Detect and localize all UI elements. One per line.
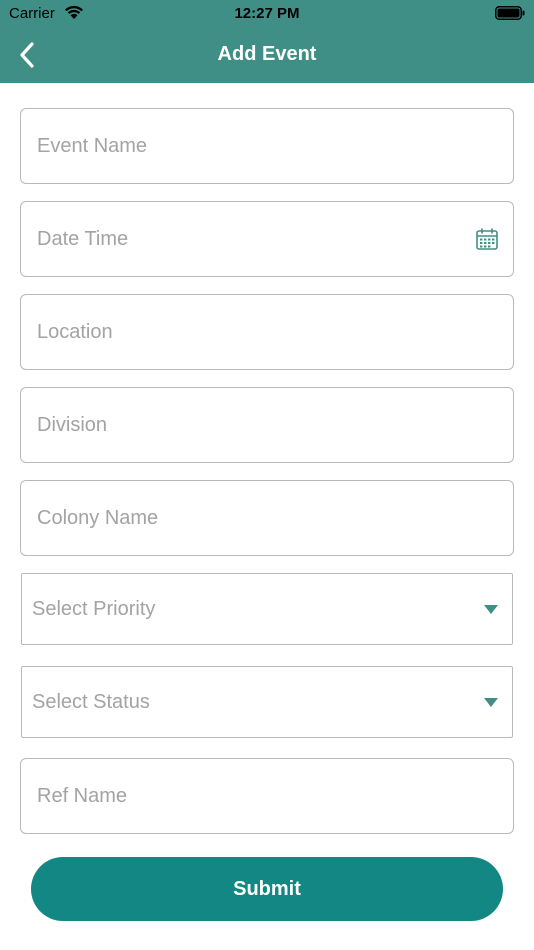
navigation-bar: Add Event	[0, 28, 534, 83]
event-name-input[interactable]	[21, 109, 513, 183]
location-input[interactable]	[21, 295, 513, 369]
calendar-icon[interactable]	[475, 227, 499, 251]
status-select-value: Select Status	[32, 691, 150, 713]
status-bar: Carrier 12:27 PM	[0, 0, 534, 28]
division-field-container	[20, 387, 514, 463]
status-select[interactable]: Select Status	[21, 666, 513, 738]
dropdown-arrow-icon	[484, 605, 498, 614]
priority-select[interactable]: Select Priority	[21, 573, 513, 645]
submit-button[interactable]: Submit	[31, 857, 503, 921]
ref-name-input[interactable]	[21, 759, 513, 833]
date-time-field-container	[20, 201, 514, 277]
date-time-input[interactable]	[21, 202, 513, 276]
page-title: Add Event	[217, 43, 317, 65]
ref-name-field-container	[20, 758, 514, 834]
dropdown-arrow-icon	[484, 698, 498, 707]
battery-icon	[495, 6, 525, 20]
header: Carrier 12:27 PM Add Event	[0, 0, 534, 83]
status-time: 12:27 PM	[234, 5, 300, 22]
add-event-screen: Carrier 12:27 PM Add Event Event Name Da…	[0, 0, 534, 950]
division-input[interactable]	[21, 388, 513, 462]
colony-name-input[interactable]	[21, 481, 513, 555]
location-field-container	[20, 294, 514, 370]
event-name-field-container	[20, 108, 514, 184]
colony-name-field-container	[20, 480, 514, 556]
priority-select-value: Select Priority	[32, 598, 156, 620]
